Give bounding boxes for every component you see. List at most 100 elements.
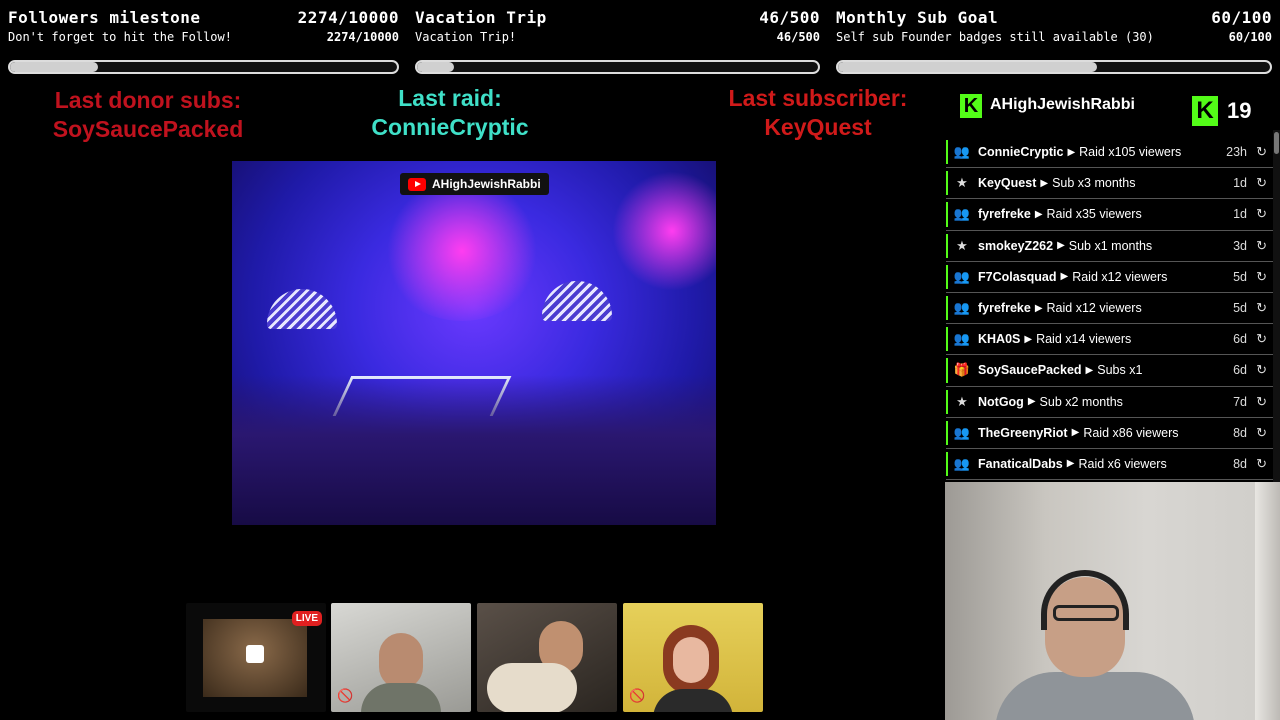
event-time: 1d bbox=[1233, 207, 1247, 222]
person-body bbox=[995, 672, 1195, 720]
replay-icon[interactable]: ↻ bbox=[1256, 425, 1267, 441]
replay-icon[interactable]: ↻ bbox=[1256, 269, 1267, 285]
raid-icon: 👥 bbox=[953, 331, 971, 347]
main-video[interactable]: AHighJewishRabbi bbox=[232, 161, 716, 525]
event-row[interactable]: ★ KeyQuest ▶ Sub x3 months 1d ↻ bbox=[946, 168, 1273, 200]
event-row[interactable]: 👥 fyrefreke ▶ Raid x12 viewers 5d ↻ bbox=[946, 292, 1273, 325]
streamer-webcam bbox=[945, 482, 1280, 720]
replay-icon[interactable]: ↻ bbox=[1256, 362, 1267, 378]
event-row[interactable]: 👥 F7Colasquad ▶ Raid x12 viewers 5d ↻ bbox=[946, 261, 1273, 293]
replay-icon[interactable]: ↻ bbox=[1256, 456, 1267, 472]
thumbnail-body bbox=[653, 689, 733, 712]
goal-title: Monthly Sub Goal bbox=[836, 8, 999, 27]
event-time: 6d bbox=[1233, 332, 1247, 347]
star-icon: ★ bbox=[956, 393, 968, 409]
event-row[interactable]: ★ NotGog ▶ Sub x2 months 7d ↻ bbox=[946, 386, 1273, 418]
event-action: Raid x12 viewers bbox=[1072, 269, 1168, 284]
replay-icon[interactable]: ↻ bbox=[1256, 394, 1267, 410]
event-row[interactable]: 🎁 SoySaucePacked ▶ Subs x1 6d ↻ bbox=[946, 355, 1273, 387]
raid-icon: 👥 bbox=[953, 455, 971, 471]
raid-icon: 👥 bbox=[953, 206, 971, 222]
goal-title: Followers milestone bbox=[8, 8, 201, 27]
event-time: 23h bbox=[1226, 145, 1247, 160]
goal-count-secondary: 2274/10000 bbox=[326, 30, 399, 44]
thumbnail-1[interactable]: LIVE bbox=[186, 603, 326, 712]
last-subscriber-name: KeyQuest bbox=[764, 114, 872, 140]
goal-count: 46/500 bbox=[759, 8, 820, 27]
goal-subtitle: Don't forget to hit the Follow! bbox=[8, 30, 232, 44]
goal-progress-fill bbox=[838, 62, 1098, 72]
last-subscriber-label: Last subscriber: KeyQuest bbox=[700, 84, 936, 142]
thumbnail-4[interactable]: 🚫 bbox=[623, 603, 763, 712]
glasses bbox=[1053, 605, 1119, 621]
goal-subtitle: Vacation Trip! bbox=[415, 30, 517, 44]
goal-count-secondary: 46/500 bbox=[776, 30, 820, 44]
goal-count: 60/100 bbox=[1211, 8, 1272, 27]
event-user: fyrefreke bbox=[978, 301, 1031, 316]
event-time: 8d bbox=[1233, 425, 1247, 440]
event-action: Raid x105 viewers bbox=[1079, 145, 1182, 160]
raid-icon: 👥 bbox=[953, 300, 971, 316]
raid-icon: 👥 bbox=[953, 424, 971, 440]
event-action: Raid x14 viewers bbox=[1036, 332, 1132, 347]
replay-icon[interactable]: ↻ bbox=[1256, 206, 1267, 222]
goal-progress-bar bbox=[415, 60, 820, 74]
scrollbar-thumb[interactable] bbox=[1274, 132, 1279, 154]
event-user: NotGog bbox=[978, 394, 1024, 409]
arrow-icon: ▶ bbox=[1085, 364, 1094, 376]
event-time: 1d bbox=[1233, 176, 1247, 191]
event-user: SoySaucePacked bbox=[978, 363, 1082, 378]
goal-count: 2274/10000 bbox=[297, 8, 399, 27]
event-row[interactable]: 👥 KHA0S ▶ Raid x14 viewers 6d ↻ bbox=[946, 324, 1273, 356]
stage-light bbox=[382, 181, 542, 321]
events-scrollbar[interactable] bbox=[1273, 130, 1280, 482]
last-raid-label: Last raid: ConnieCryptic bbox=[340, 84, 560, 142]
kick-viewers-icon: K bbox=[1192, 96, 1218, 126]
goal-progress-fill bbox=[10, 62, 98, 72]
cursor-icon bbox=[246, 645, 264, 663]
replay-icon[interactable]: ↻ bbox=[1256, 300, 1267, 316]
event-row[interactable]: 👥 TheGreenyRiot ▶ Raid x86 viewers 8d ↻ bbox=[946, 417, 1273, 449]
event-user: ConnieCryptic bbox=[978, 145, 1064, 160]
arrow-icon: ▶ bbox=[1071, 427, 1080, 439]
event-action: Sub x1 months bbox=[1068, 238, 1153, 253]
thumbnail-blanket bbox=[487, 663, 577, 712]
event-time: 5d bbox=[1233, 301, 1247, 316]
last-donor-heading: Last donor subs: bbox=[54, 87, 242, 113]
event-action: Sub x3 months bbox=[1052, 176, 1136, 191]
last-subscriber-heading: Last subscriber: bbox=[728, 85, 908, 111]
viewer-count: 19 bbox=[1227, 98, 1252, 123]
replay-icon[interactable]: ↻ bbox=[1256, 238, 1267, 254]
event-time: 6d bbox=[1233, 363, 1247, 378]
goal-subs: Monthly Sub Goal 60/100 Self sub Founder … bbox=[836, 0, 1272, 80]
arrow-icon: ▶ bbox=[1024, 333, 1033, 345]
replay-icon[interactable]: ↻ bbox=[1256, 331, 1267, 347]
thumbnail-2[interactable]: 🚫 bbox=[331, 603, 471, 712]
replay-icon[interactable]: ↻ bbox=[1256, 175, 1267, 191]
event-row[interactable]: 👥 fyrefreke ▶ Raid x35 viewers 1d ↻ bbox=[946, 199, 1273, 231]
raid-icon: 👥 bbox=[953, 144, 971, 160]
event-time: 8d bbox=[1233, 456, 1247, 471]
thumbnail-3[interactable] bbox=[477, 603, 617, 712]
arrow-icon: ▶ bbox=[1040, 177, 1049, 189]
goal-followers: Followers milestone 2274/10000 Don't forg… bbox=[8, 0, 399, 80]
youtube-icon bbox=[408, 177, 426, 191]
stage-decoration bbox=[542, 281, 612, 321]
recent-events-list[interactable]: 👥 ConnieCryptic ▶ Raid x105 viewers 23h ↻ ★ Key… bbox=[946, 137, 1273, 482]
crowd bbox=[232, 375, 716, 525]
event-row[interactable]: ★ smokeyZ262 ▶ Sub x1 months 3d ↻ bbox=[946, 230, 1273, 262]
event-row[interactable]: 👥 ConnieCryptic ▶ Raid x105 viewers 23h ↻ bbox=[946, 137, 1273, 169]
event-action: Sub x2 months bbox=[1039, 394, 1123, 409]
arrow-icon: ▶ bbox=[1034, 302, 1043, 314]
replay-icon[interactable]: ↻ bbox=[1256, 144, 1267, 160]
event-time: 3d bbox=[1233, 238, 1247, 253]
event-row[interactable]: 👥 FanaticalDabs ▶ Raid x6 viewers 8d ↻ bbox=[946, 448, 1273, 481]
last-raid-heading: Last raid: bbox=[398, 85, 502, 111]
raid-icon: 👥 bbox=[953, 268, 971, 284]
arrow-icon: ▶ bbox=[1034, 208, 1043, 220]
event-user: TheGreenyRiot bbox=[978, 425, 1068, 440]
event-time: 7d bbox=[1233, 394, 1247, 409]
event-user: FanaticalDabs bbox=[978, 456, 1063, 471]
headset bbox=[1041, 570, 1129, 630]
event-time: 5d bbox=[1233, 269, 1247, 284]
